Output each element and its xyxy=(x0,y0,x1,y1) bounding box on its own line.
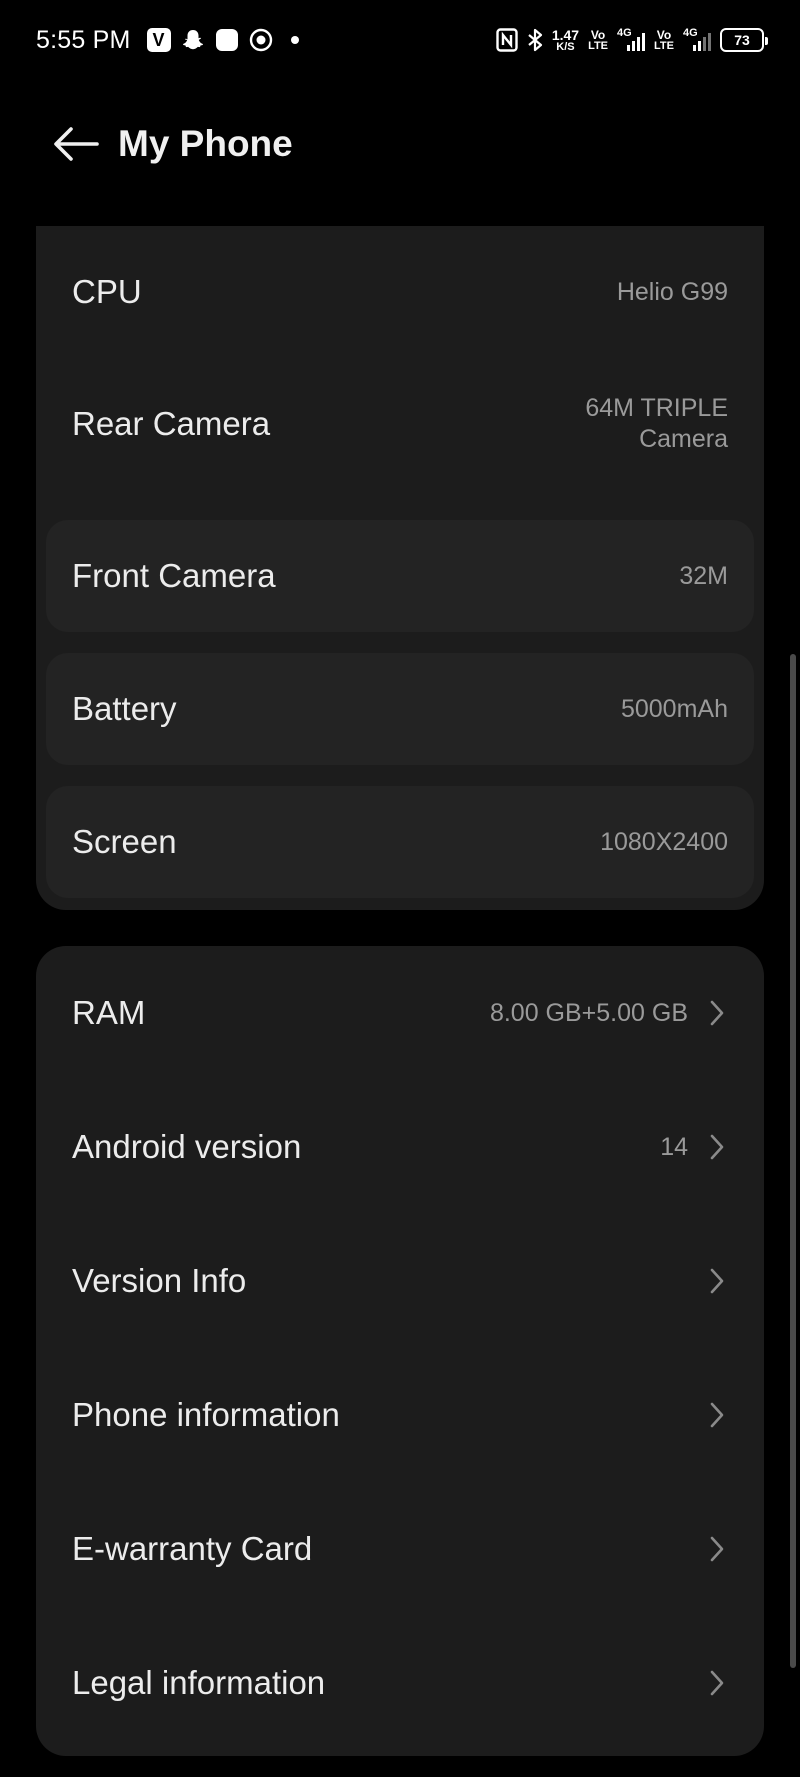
spec-value: 64M TRIPLE Camera xyxy=(585,393,728,455)
menu-item-right xyxy=(706,1534,728,1564)
sim2-volte-indicator: Vo LTE xyxy=(654,29,674,52)
menu-item-right xyxy=(706,1266,728,1296)
spec-label: Battery xyxy=(72,690,177,727)
sim2-volte-bottom: LTE xyxy=(654,39,674,52)
spec-value: 5000mAh xyxy=(620,694,728,723)
app-header: My Phone xyxy=(0,100,800,188)
record-icon xyxy=(249,28,273,52)
more-notifications-dot-icon xyxy=(290,36,299,44)
spec-value: Helio G99 xyxy=(616,277,728,306)
sim1-signal-icon: 4G xyxy=(617,27,646,53)
menu-item-right xyxy=(706,1400,728,1430)
chevron-right-icon xyxy=(706,1266,728,1296)
spec-value-line2: Camera xyxy=(639,425,728,453)
chevron-right-icon xyxy=(706,1132,728,1162)
status-bar: 5:55 PM V 1.47 K/S Vo LTE 4G Vo LTE 4G 7… xyxy=(0,0,800,80)
nfc-icon xyxy=(496,28,518,52)
spec-row-front-camera: Front Camera 32M xyxy=(46,520,754,632)
status-right: 1.47 K/S Vo LTE 4G Vo LTE 4G 73 xyxy=(496,27,768,53)
spec-label: Front Camera xyxy=(72,557,276,594)
menu-item-e-warranty-card[interactable]: E-warranty Card xyxy=(36,1482,764,1616)
menu-item-android-version[interactable]: Android version 14 xyxy=(36,1080,764,1214)
menu-item-version-info[interactable]: Version Info xyxy=(36,1214,764,1348)
spec-value: 32M xyxy=(679,561,728,590)
chevron-right-icon xyxy=(706,1400,728,1430)
spec-row-screen: Screen 1080X2400 xyxy=(46,786,754,898)
chevron-right-icon xyxy=(706,1668,728,1698)
menu-item-right: 14 xyxy=(660,1132,728,1163)
menu-item-label: RAM xyxy=(72,994,146,1031)
network-speed-value: 1.47 xyxy=(551,26,580,43)
vpn-app-icon: V xyxy=(146,28,171,52)
sim2-volte-top: Vo xyxy=(656,27,672,42)
spec-label: Rear Camera xyxy=(72,405,271,442)
back-button[interactable] xyxy=(36,104,116,184)
sim1-volte-bottom: LTE xyxy=(588,39,609,52)
back-arrow-icon xyxy=(54,127,99,161)
sim2-signal-icon: 4G xyxy=(683,27,711,53)
settings-menu-card: RAM 8.00 GB+5.00 GB Android version 14 V… xyxy=(36,946,764,1756)
spec-value: 1080X2400 xyxy=(600,827,728,856)
menu-item-phone-information[interactable]: Phone information xyxy=(36,1348,764,1482)
scrollbar[interactable] xyxy=(790,654,796,1668)
chevron-right-icon xyxy=(706,1534,728,1564)
battery-level: 73 xyxy=(734,32,750,48)
sim1-volte-top: Vo xyxy=(590,27,606,42)
menu-item-value: 8.00 GB+5.00 GB xyxy=(489,998,688,1027)
menu-item-ram[interactable]: RAM 8.00 GB+5.00 GB xyxy=(36,946,764,1080)
specs-card: CPU Helio G99 Rear Camera 64M TRIPLE Cam… xyxy=(36,226,764,910)
menu-item-right: 8.00 GB+5.00 GB xyxy=(490,998,728,1029)
network-speed: 1.47 K/S xyxy=(552,28,579,53)
menu-item-label: E-warranty Card xyxy=(72,1530,313,1567)
bluetooth-icon xyxy=(527,28,543,52)
menu-item-label: Legal information xyxy=(72,1664,326,1701)
spec-row-battery: Battery 5000mAh xyxy=(46,653,754,765)
spec-label: Screen xyxy=(72,823,177,860)
chevron-right-icon xyxy=(706,998,728,1028)
menu-item-value: 14 xyxy=(660,1132,688,1161)
snapchat-icon xyxy=(181,28,205,52)
menu-item-right xyxy=(706,1668,728,1698)
page-title: My Phone xyxy=(118,123,293,164)
menu-item-label: Phone information xyxy=(72,1396,340,1433)
network-speed-unit: K/S xyxy=(556,40,575,53)
battery-icon: 73 xyxy=(720,28,768,52)
spec-row-rear-camera: Rear Camera 64M TRIPLE Camera xyxy=(36,358,764,490)
menu-item-legal-information[interactable]: Legal information xyxy=(36,1616,764,1750)
spec-value-line1: 64M TRIPLE xyxy=(585,394,728,422)
sim1-volte-indicator: Vo LTE xyxy=(588,29,608,52)
menu-item-label: Android version xyxy=(72,1128,302,1165)
my-phone-screen: 5:55 PM V 1.47 K/S Vo LTE 4G Vo LTE 4G 7… xyxy=(0,0,800,1777)
spec-row-cpu: CPU Helio G99 xyxy=(36,226,764,358)
status-left: 5:55 PM V xyxy=(36,26,299,55)
notification-app-icon xyxy=(215,28,239,52)
spec-label: CPU xyxy=(72,273,142,310)
status-time: 5:55 PM xyxy=(36,25,131,54)
menu-item-label: Version Info xyxy=(72,1262,247,1299)
